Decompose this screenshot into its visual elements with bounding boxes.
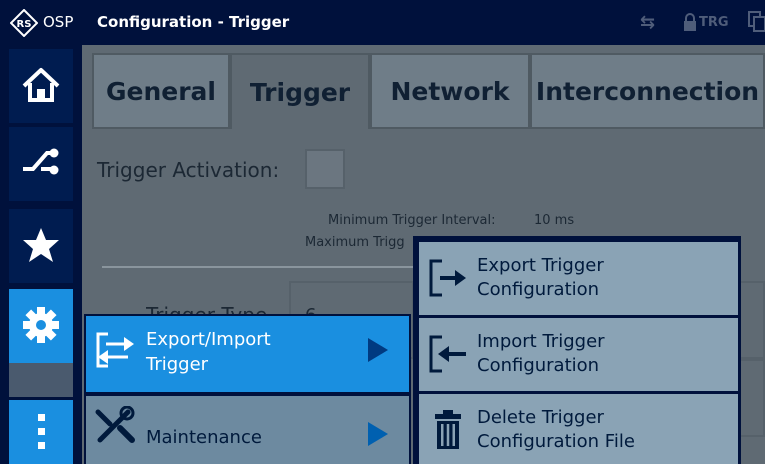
gear-icon: [23, 307, 59, 343]
title-bar: RS OSP Configuration - Trigger ⇆ TRG: [0, 0, 765, 45]
tab-general[interactable]: General: [92, 53, 230, 129]
lock-icon: [684, 13, 696, 31]
app-name: OSP: [43, 13, 74, 31]
min-interval-label: Minimum Trigger Interval:: [328, 213, 496, 228]
submenu-label-line2: Configuration File: [477, 431, 635, 452]
nav-home-button[interactable]: [9, 49, 73, 123]
submenu-arrow-icon: [368, 338, 388, 362]
menu-item-label-line2: Trigger: [146, 354, 209, 375]
export-import-icon: [96, 332, 134, 368]
menu-item-label-line1: Export/Import: [146, 329, 271, 350]
tab-trigger[interactable]: Trigger: [230, 53, 370, 129]
copy-icon[interactable]: [748, 11, 765, 33]
window-title: Configuration - Trigger: [97, 13, 290, 31]
max-interval-label: Maximum Trigg: [305, 235, 405, 250]
import-icon: [429, 335, 466, 373]
submenu-label-line1: Export Trigger: [477, 255, 604, 276]
export-icon: [429, 259, 466, 297]
submenu-item-delete[interactable]: Delete Trigger Configuration File: [419, 394, 738, 464]
export-import-submenu: Export Trigger Configuration Import Trig…: [413, 236, 741, 464]
tab-interconnection[interactable]: Interconnection: [530, 53, 765, 129]
rs-logo-icon: RS: [10, 9, 38, 37]
trigger-activation-checkbox[interactable]: [305, 149, 345, 189]
right-field-1[interactable]: [737, 281, 765, 359]
nav-more-button[interactable]: [9, 400, 73, 464]
menu-item-maintenance[interactable]: Maintenance: [84, 394, 411, 464]
connection-icon: [23, 148, 59, 175]
home-icon: [22, 68, 60, 102]
status-area: ⇆ TRG: [640, 10, 765, 36]
app-window: RS OSP Configuration - Trigger ⇆ TRG Gen…: [0, 0, 765, 464]
submenu-item-export[interactable]: Export Trigger Configuration: [419, 242, 738, 315]
menu-item-label: Export/Import Trigger: [146, 327, 366, 377]
submenu-label-line2: Configuration: [477, 355, 600, 376]
min-interval-value: 10 ms: [534, 213, 575, 228]
tools-icon: [95, 406, 135, 443]
tab-network[interactable]: Network: [370, 53, 530, 129]
submenu-label-line2: Configuration: [477, 279, 600, 300]
submenu-arrow-icon: [368, 422, 388, 446]
submenu-item-import[interactable]: Import Trigger Configuration: [419, 318, 738, 391]
submenu-item-label: Import Trigger Configuration: [477, 330, 732, 378]
submenu-item-label: Delete Trigger Configuration File: [477, 406, 732, 454]
swap-arrows-icon: ⇆: [640, 12, 656, 33]
menu-item-export-import[interactable]: Export/Import Trigger: [84, 314, 411, 394]
star-icon: [23, 228, 59, 262]
trg-status: TRG: [699, 15, 729, 30]
nav-connection-button[interactable]: [9, 127, 73, 201]
nav-favorites-button[interactable]: [9, 209, 73, 283]
right-field-2[interactable]: [737, 359, 765, 437]
more-vertical-icon: [38, 414, 45, 449]
trash-icon: [435, 410, 461, 449]
submenu-item-label: Export Trigger Configuration: [477, 254, 732, 302]
nav-settings-button[interactable]: [9, 289, 73, 363]
trigger-activation-label: Trigger Activation:: [97, 158, 280, 182]
menu-item-label: Maintenance: [146, 427, 262, 448]
nav-separator: [9, 363, 73, 397]
submenu-label-line1: Import Trigger: [477, 331, 605, 352]
side-nav: [0, 45, 82, 464]
submenu-label-line1: Delete Trigger: [477, 407, 604, 428]
svg-text:RS: RS: [17, 19, 32, 30]
